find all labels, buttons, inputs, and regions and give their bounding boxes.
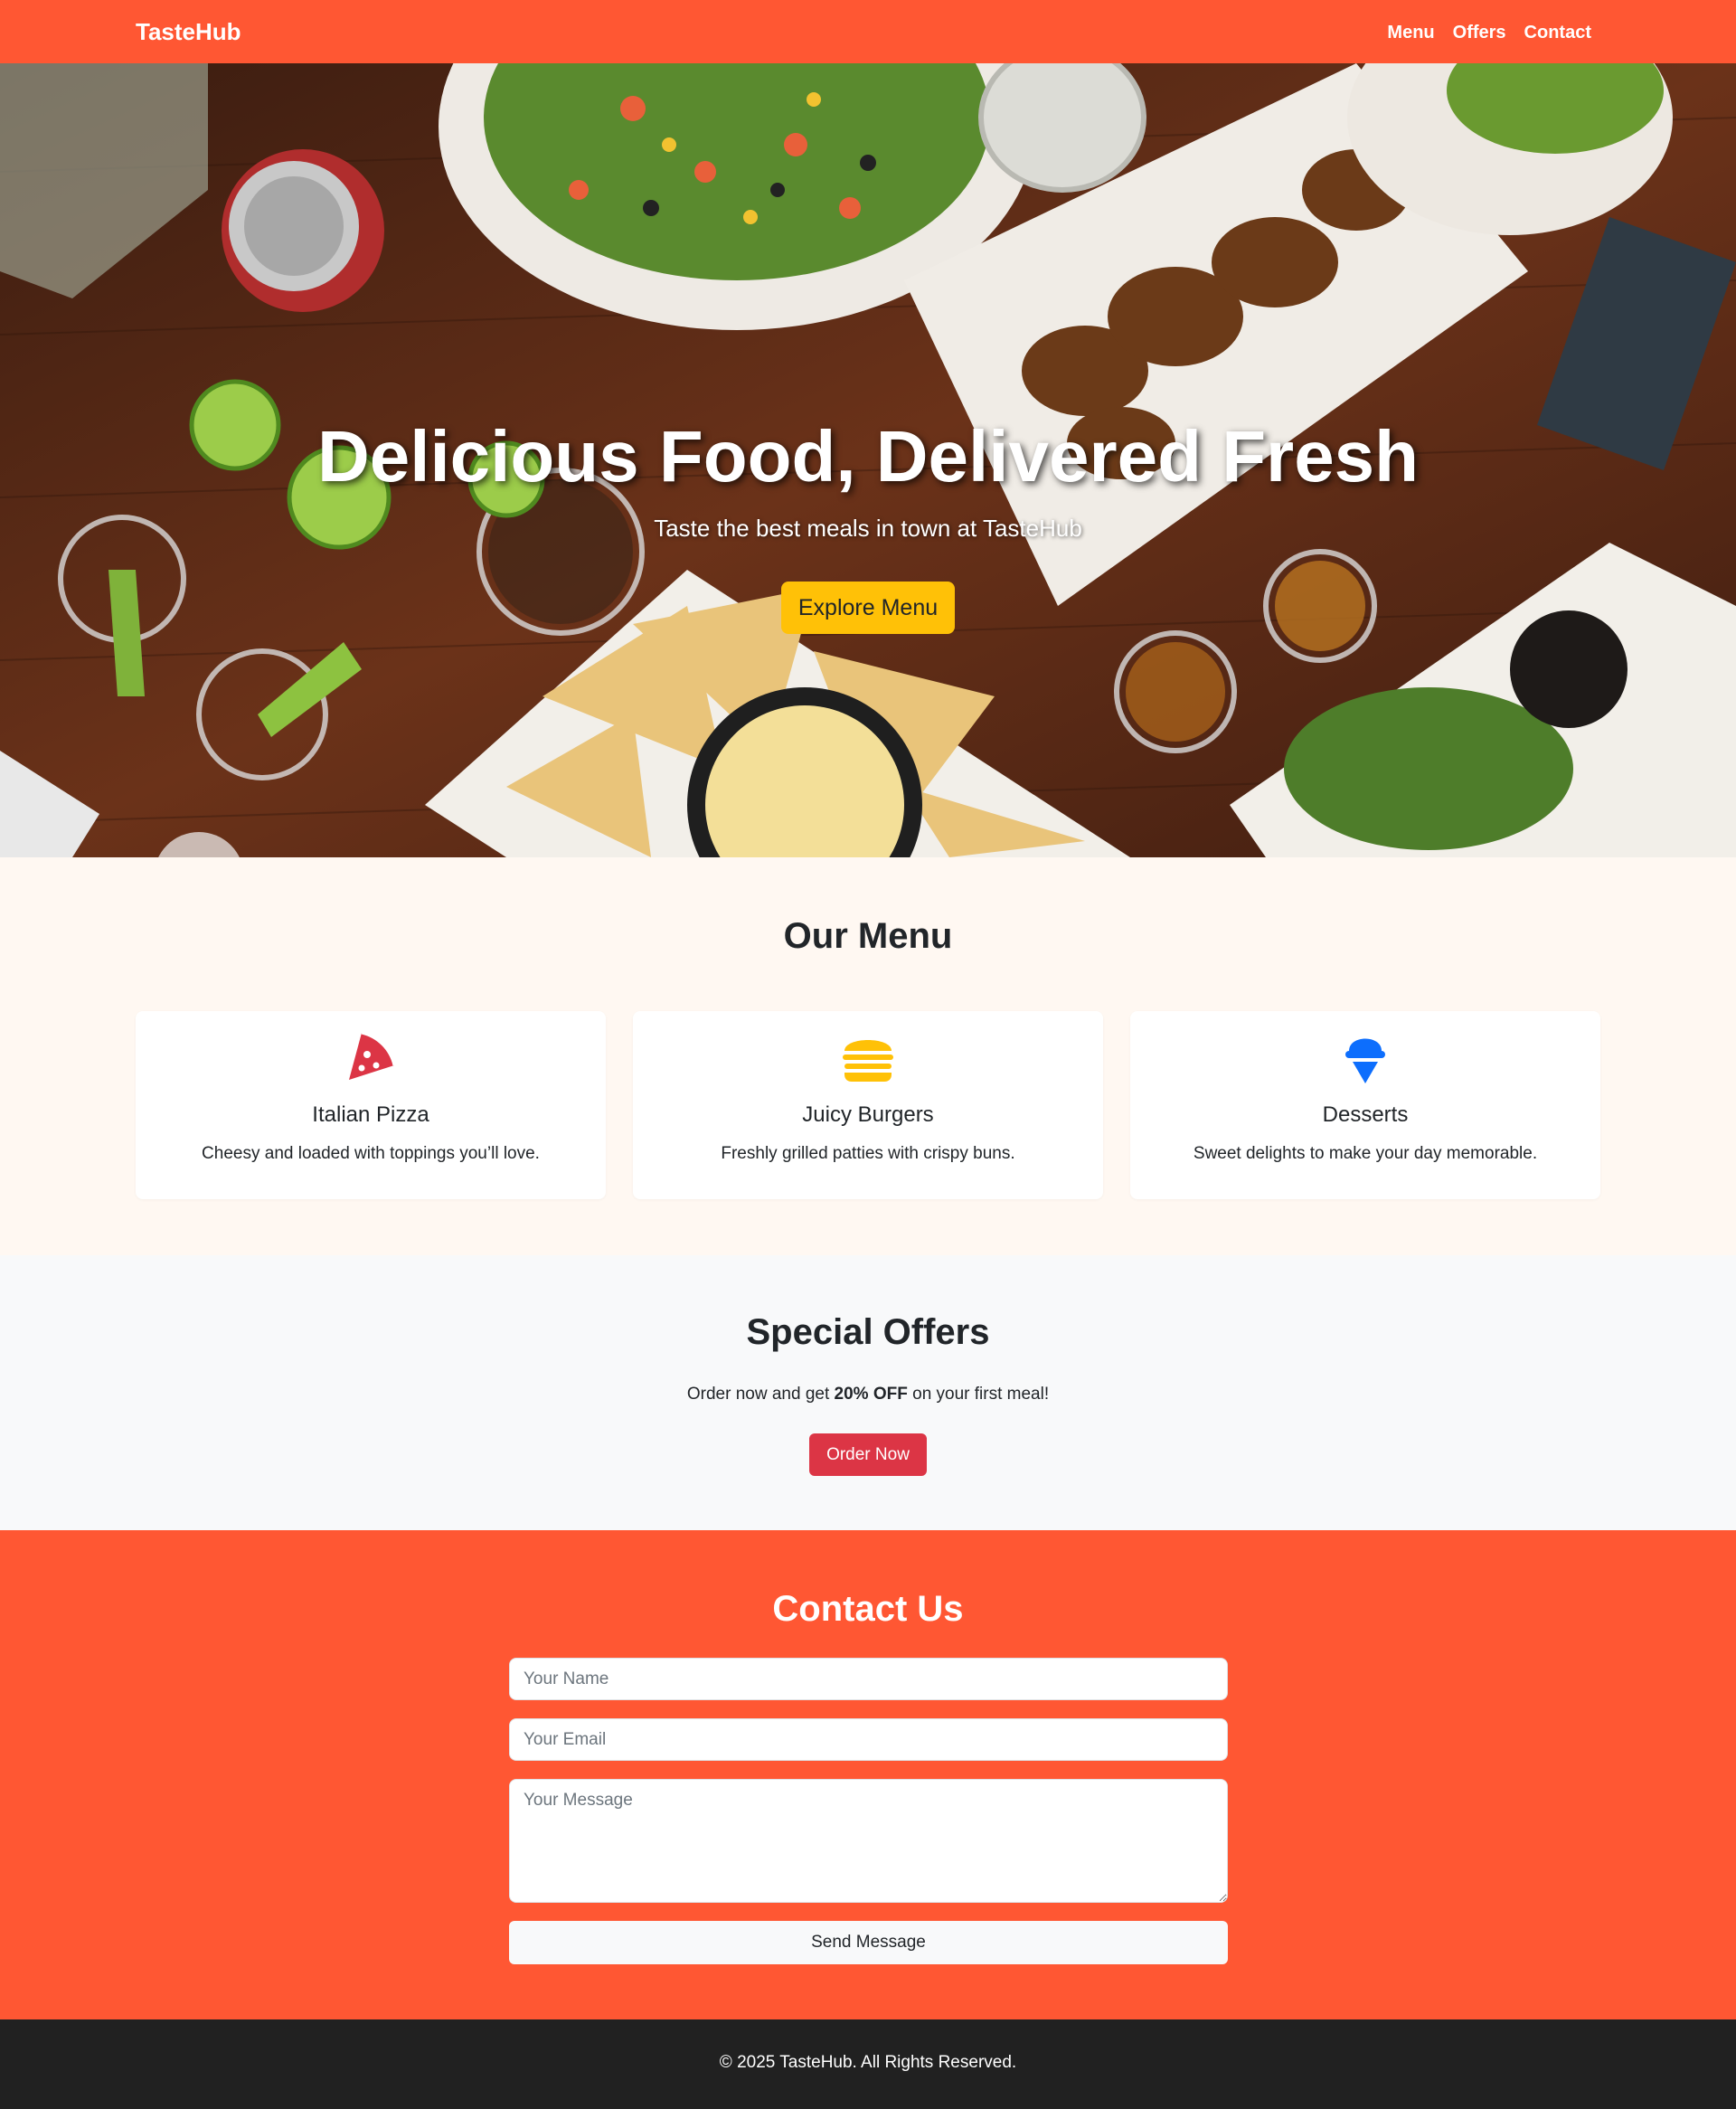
- offers-discount: 20% OFF: [834, 1385, 908, 1404]
- menu-card-description: Sweet delights to make your day memorabl…: [1193, 1144, 1538, 1163]
- hero-title: Delicious Food, Delivered Fresh: [316, 416, 1420, 497]
- email-input[interactable]: [509, 1718, 1228, 1761]
- navbar: TasteHub Menu Offers Contact: [0, 0, 1736, 63]
- contact-title: Contact Us: [772, 1589, 964, 1629]
- menu-card-description: Cheesy and loaded with toppings you’ll l…: [202, 1144, 540, 1163]
- explore-menu-button[interactable]: Explore Menu: [781, 582, 955, 634]
- ice-cream-icon: [1345, 1038, 1385, 1083]
- send-message-button[interactable]: Send Message: [509, 1921, 1228, 1964]
- name-input[interactable]: [509, 1658, 1228, 1700]
- menu-card-title: Juicy Burgers: [802, 1102, 934, 1127]
- brand-logo[interactable]: TasteHub: [136, 18, 241, 45]
- offers-text-end: on your first meal!: [907, 1385, 1050, 1404]
- nav-link-menu[interactable]: Menu: [1387, 20, 1434, 45]
- burger-icon: [843, 1040, 893, 1082]
- menu-section: Our Menu Italian Pizza Cheesy and loaded…: [0, 857, 1736, 1255]
- offers-section: Special Offers Order now and get 20% OFF…: [0, 1255, 1736, 1530]
- menu-card-title: Desserts: [1322, 1102, 1409, 1127]
- hero-section: Delicious Food, Delivered Fresh Taste th…: [0, 63, 1736, 857]
- menu-card-pizza[interactable]: Italian Pizza Cheesy and loaded with top…: [136, 1011, 606, 1199]
- nav-link-offers[interactable]: Offers: [1453, 20, 1506, 45]
- offers-text-start: Order now and get: [686, 1385, 835, 1404]
- nav-link-contact[interactable]: Contact: [1524, 20, 1591, 45]
- offers-text: Order now and get 20% OFF on your first …: [0, 1382, 1736, 1407]
- order-now-button[interactable]: Order Now: [809, 1433, 927, 1476]
- menu-card-description: Freshly grilled patties with crispy buns…: [721, 1144, 1015, 1163]
- hero-subtitle: Taste the best meals in town at TasteHub: [654, 515, 1082, 542]
- menu-title: Our Menu: [783, 916, 953, 956]
- menu-card-title: Italian Pizza: [312, 1102, 429, 1127]
- footer: © 2025 TasteHub. All Rights Reserved.: [0, 2019, 1736, 2109]
- contact-section: Contact Us Send Message: [0, 1530, 1736, 2019]
- message-textarea[interactable]: [509, 1779, 1228, 1903]
- footer-copyright: © 2025 TasteHub. All Rights Reserved.: [719, 2053, 1017, 2072]
- menu-card-burgers[interactable]: Juicy Burgers Freshly grilled patties wi…: [633, 1011, 1103, 1199]
- offers-title: Special Offers: [746, 1312, 990, 1352]
- pizza-icon: [349, 1031, 396, 1080]
- menu-card-desserts[interactable]: Desserts Sweet delights to make your day…: [1130, 1011, 1600, 1199]
- nav-links: Menu Offers Contact: [1387, 20, 1591, 45]
